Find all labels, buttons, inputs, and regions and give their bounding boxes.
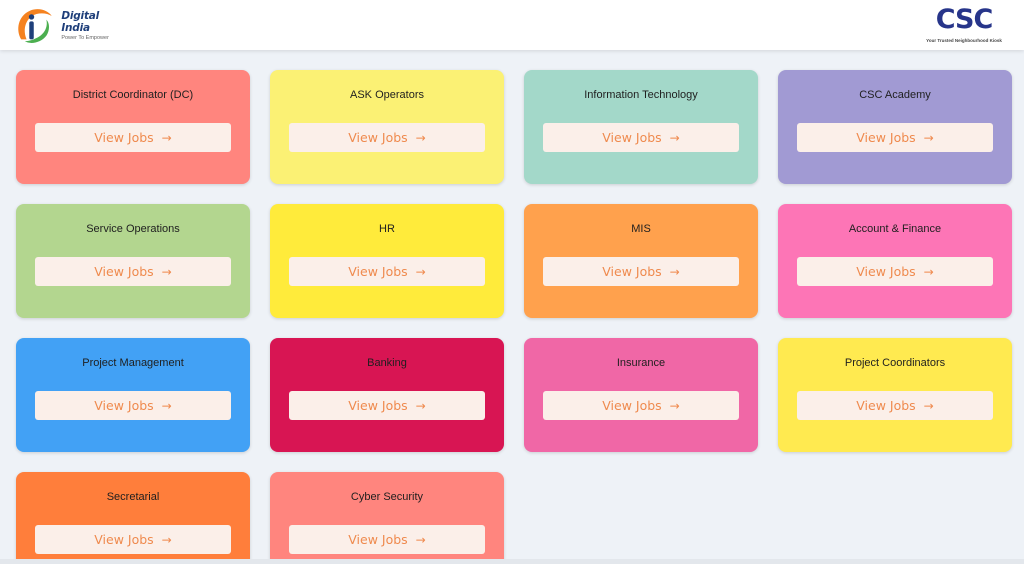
digital-india-tagline: Power To Empower	[61, 34, 109, 41]
card-title: Insurance	[616, 357, 666, 369]
view-jobs-button[interactable]: View Jobs →	[35, 257, 231, 286]
job-card-insurance: Insurance View Jobs →	[524, 338, 758, 452]
view-jobs-label: View Jobs	[602, 264, 662, 279]
digital-india-title: Digital India	[61, 9, 100, 34]
job-card-project-management: Project Management View Jobs →	[16, 338, 250, 452]
view-jobs-label: View Jobs	[856, 130, 916, 145]
view-jobs-button[interactable]: View Jobs →	[289, 391, 485, 420]
card-title: District Coordinator (DC)	[72, 89, 194, 101]
job-card-service-operations: Service Operations View Jobs →	[16, 204, 250, 318]
view-jobs-button[interactable]: View Jobs →	[543, 123, 739, 152]
job-card-information-technology: Information Technology View Jobs →	[524, 70, 758, 184]
digital-india-logo[interactable]: Digital India Power To Empower	[14, 3, 124, 47]
arrow-right-icon: →	[923, 398, 934, 413]
view-jobs-button[interactable]: View Jobs →	[797, 123, 993, 152]
view-jobs-button[interactable]: View Jobs →	[543, 391, 739, 420]
card-title: Project Management	[82, 357, 184, 369]
card-title: Cyber Security	[350, 491, 424, 503]
arrow-right-icon: →	[923, 130, 934, 145]
view-jobs-button[interactable]: View Jobs →	[797, 391, 993, 420]
job-card-mis: MIS View Jobs →	[524, 204, 758, 318]
digital-india-mark-icon	[18, 9, 52, 43]
view-jobs-label: View Jobs	[348, 532, 408, 547]
card-title: Secretarial	[106, 491, 160, 503]
view-jobs-button[interactable]: View Jobs →	[35, 525, 231, 554]
csc-wordmark: CSC	[935, 4, 994, 35]
arrow-right-icon: →	[923, 264, 934, 279]
view-jobs-label: View Jobs	[94, 130, 154, 145]
view-jobs-button[interactable]: View Jobs →	[35, 123, 231, 152]
view-jobs-label: View Jobs	[94, 264, 154, 279]
site-header: Digital India Power To Empower CSC Your …	[0, 0, 1024, 50]
arrow-right-icon: →	[415, 532, 426, 547]
view-jobs-button[interactable]: View Jobs →	[289, 525, 485, 554]
view-jobs-label: View Jobs	[856, 264, 916, 279]
card-title: Service Operations	[86, 223, 180, 235]
view-jobs-button[interactable]: View Jobs →	[35, 391, 231, 420]
bottom-scroll-edge	[0, 559, 1024, 564]
view-jobs-button[interactable]: View Jobs →	[543, 257, 739, 286]
job-card-district-coordinator: District Coordinator (DC) View Jobs →	[16, 70, 250, 184]
view-jobs-label: View Jobs	[856, 398, 916, 413]
arrow-right-icon: →	[415, 398, 426, 413]
view-jobs-button[interactable]: View Jobs →	[289, 123, 485, 152]
arrow-right-icon: →	[161, 264, 172, 279]
arrow-right-icon: →	[161, 130, 172, 145]
card-title: Account & Finance	[848, 223, 942, 235]
job-card-ask-operators: ASK Operators View Jobs →	[270, 70, 504, 184]
job-card-csc-academy: CSC Academy View Jobs →	[778, 70, 1012, 184]
csc-logo[interactable]: CSC Your Trusted Neighbourhood Kiosk	[925, 3, 1003, 47]
arrow-right-icon: →	[161, 398, 172, 413]
card-title: CSC Academy	[859, 89, 931, 101]
arrow-right-icon: →	[669, 398, 680, 413]
job-card-project-coordinators: Project Coordinators View Jobs →	[778, 338, 1012, 452]
view-jobs-label: View Jobs	[602, 398, 662, 413]
job-card-banking: Banking View Jobs →	[270, 338, 504, 452]
card-title: Information Technology	[584, 89, 698, 101]
arrow-right-icon: →	[669, 130, 680, 145]
arrow-right-icon: →	[415, 264, 426, 279]
view-jobs-label: View Jobs	[94, 532, 154, 547]
card-title: Banking	[367, 357, 407, 369]
card-title: ASK Operators	[350, 89, 424, 101]
job-card-account-finance: Account & Finance View Jobs →	[778, 204, 1012, 318]
arrow-right-icon: →	[161, 532, 172, 547]
view-jobs-label: View Jobs	[348, 398, 408, 413]
card-title: Project Coordinators	[844, 357, 946, 369]
view-jobs-button[interactable]: View Jobs →	[289, 257, 485, 286]
job-card-cyber-security: Cyber Security View Jobs →	[270, 472, 504, 564]
view-jobs-label: View Jobs	[94, 398, 154, 413]
arrow-right-icon: →	[415, 130, 426, 145]
job-card-secretarial: Secretarial View Jobs →	[16, 472, 250, 564]
card-title: HR	[379, 223, 395, 235]
csc-tagline: Your Trusted Neighbourhood Kiosk	[926, 38, 1002, 43]
arrow-right-icon: →	[669, 264, 680, 279]
card-title: MIS	[631, 223, 651, 235]
view-jobs-label: View Jobs	[348, 130, 408, 145]
view-jobs-label: View Jobs	[348, 264, 408, 279]
view-jobs-label: View Jobs	[602, 130, 662, 145]
job-card-hr: HR View Jobs →	[270, 204, 504, 318]
view-jobs-button[interactable]: View Jobs →	[797, 257, 993, 286]
